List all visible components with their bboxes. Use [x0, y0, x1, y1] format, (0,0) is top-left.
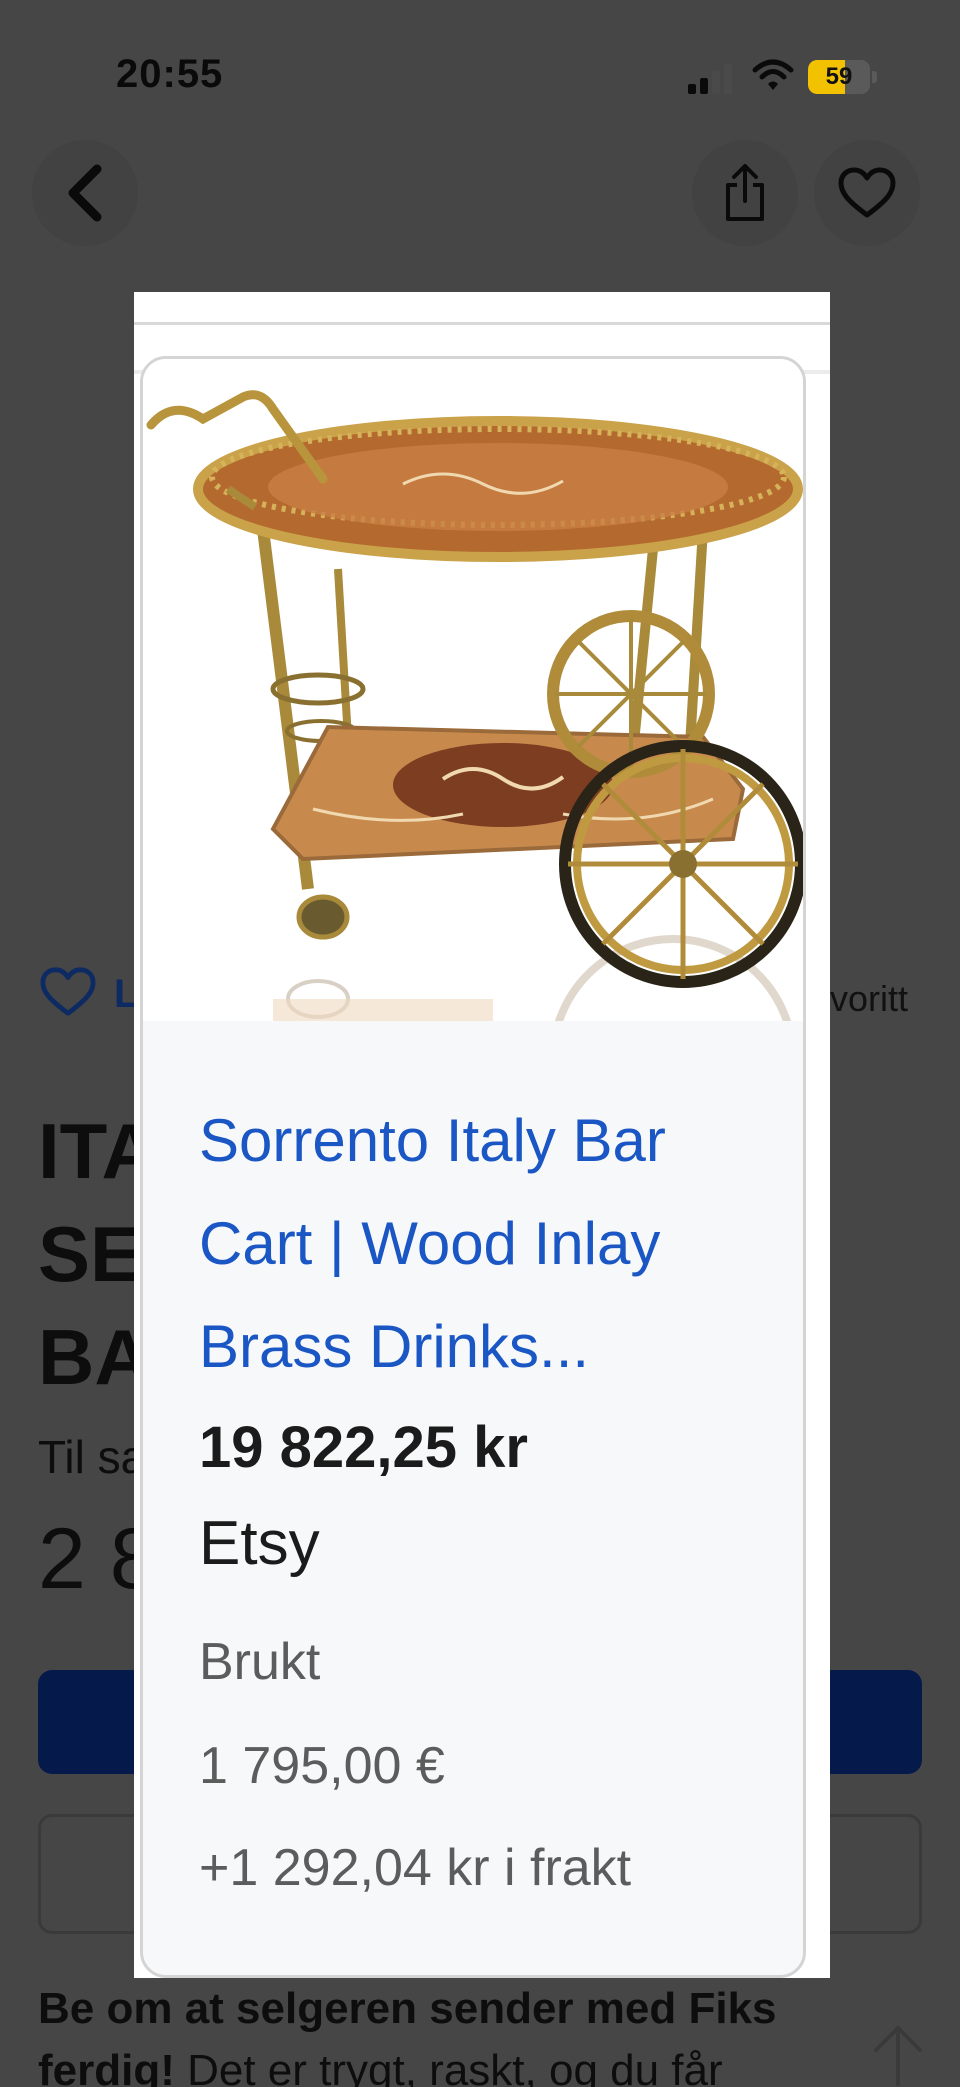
back-button[interactable] [32, 140, 138, 246]
battery-level: 59 [825, 63, 853, 90]
bar-cart-image[interactable] [143, 359, 806, 1021]
product-source: Etsy [199, 1509, 320, 1578]
heart-outline-icon[interactable] [40, 966, 96, 1018]
arrow-up-icon[interactable] [868, 2022, 928, 2087]
heart-icon [838, 167, 896, 218]
shipping-info-text: Be om at selgeren sender med Fiks ferdig… [38, 1984, 777, 2087]
product-shipping: +1 292,04 kr i frakt [199, 1839, 632, 1897]
battery-icon: 59 [808, 60, 878, 94]
product-card-body: Sorrento Italy Bar Cart | Wood Inlay Bra… [199, 1089, 779, 1908]
wifi-icon [752, 59, 794, 90]
share-icon [726, 164, 764, 221]
product-title-link[interactable]: Sorrento Italy Bar Cart | Wood Inlay Bra… [199, 1089, 779, 1398]
signal-icon [688, 64, 732, 94]
share-button[interactable] [692, 140, 798, 246]
sale-label: Til sa [38, 1431, 147, 1483]
favorite-button[interactable] [814, 140, 920, 246]
product-original-price: 1 795,00 € [199, 1737, 445, 1795]
status-time: 20:55 [116, 52, 224, 96]
product-price: 19 822,25 kr [199, 1415, 528, 1480]
image-result-popup: Sorrento Italy Bar Cart | Wood Inlay Bra… [134, 292, 830, 1978]
favorite-count-label: voritt [830, 978, 909, 1019]
product-card[interactable]: Sorrento Italy Bar Cart | Wood Inlay Bra… [140, 356, 806, 1978]
product-condition: Brukt [199, 1633, 321, 1691]
chevron-left-icon [68, 164, 102, 222]
status-bar: 20:55 59 [0, 0, 960, 150]
